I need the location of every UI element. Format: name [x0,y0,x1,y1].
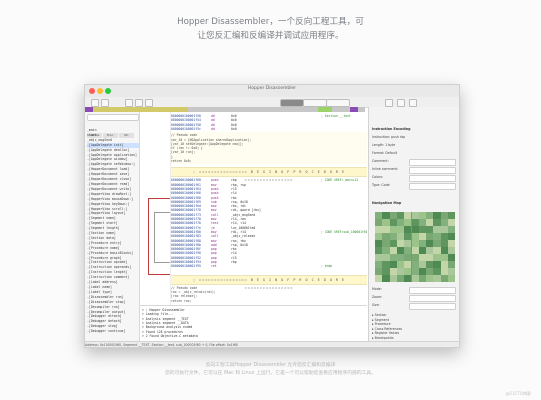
sidebar-symbol-item[interactable]: -[Procedure basicBlocks] [87,251,139,256]
instruction-comment: ; endp [321,264,333,269]
listing-line[interactable]: 0000000100001f95 ret ; endp [171,264,367,268]
pseudo-code-line: return 0x0; [171,159,192,163]
inspector-row-label: Instruction: push rbp [372,135,406,139]
instruction-address: 0000000100001f95 [171,264,201,269]
status-bar: Address: 0x100001f60, Segment __TEXT, Se… [85,341,459,347]
inspector-field[interactable] [409,159,456,166]
sidebar-tabs: Labels Proc. Str. [87,121,137,138]
navigation-select[interactable] [409,303,456,310]
view-mode-pseudo-button[interactable] [326,99,350,107]
window-title: Hopper Disassembler [247,86,297,91]
navigation-select[interactable] [409,295,456,302]
hero-title-line2: 让您反汇编和反编译并调试应用程序。 [197,31,344,41]
toolbar-console-button[interactable] [409,99,417,107]
navigation-map-header: Navigation Map [372,201,402,205]
inspector-field[interactable] [409,183,456,190]
toolbar-debug-button[interactable] [385,99,393,107]
inspector-field[interactable] [409,167,456,174]
caption-line2: 您的可执行文件。它可以在 Mac 和 Linux 上运行。它是一个可以帮助您查看… [164,371,377,376]
navigation-minimap[interactable] [375,212,456,282]
inspector-row-label: Format: Default [372,151,397,155]
sidebar-symbol-item[interactable]: -[Debugger continue] [87,329,139,334]
toolbar-back-button[interactable] [91,99,99,107]
listing-line[interactable]: 0000000100001f5c dd 0x0 [171,127,367,131]
console-line: > 2 Found Objective-C metadata [142,333,198,338]
app-window: Hopper Disassembler Labels Proc. Str. _mai… [84,84,460,348]
toolbar-inspector-button[interactable] [397,99,405,107]
inspector-row-label: Length: 1 byte [372,143,396,147]
view-mode-graph-button[interactable] [303,99,327,107]
watermark: @51CTO博客 [505,391,531,396]
hero-title-line1: Hopper Disassembler，一个反向工程工具，可 [177,17,364,27]
toolbar-label-button[interactable] [125,99,133,107]
pseudo-code-line: return rax; [171,298,192,303]
symbol-search-input[interactable] [87,114,139,121]
procedure-header-bar: ; ================ B E G I N O F P R O C… [171,274,367,290]
inspector-field[interactable] [409,175,456,182]
procedure-header-bar: ; ================ B E G I N O F P R O C… [171,167,367,182]
view-mode-asm-button[interactable] [280,99,304,107]
toolbar-forward-button[interactable] [101,99,109,107]
instruction-mnemonic: ret [211,264,217,269]
console-panel[interactable]: > ; Hopper Disassembler > Loading file...… [140,305,367,341]
inspector-panel: Instruction Encoding Instruction: push r… [368,107,459,341]
symbol-list: _main start _objc_msgSend -[AppDelegate ini… [87,128,139,334]
toolbar-comment-button[interactable] [135,99,143,107]
instruction-address: 0000000100001f5c [171,126,201,131]
sidebar-symbol-item[interactable]: -[HopperView mouseDown:] [87,197,139,202]
symbol-sidebar: Labels Proc. Str. _main start _objc_msgSend -… [85,112,140,342]
caption-line1: 反向工程工具Hopper Disassembler 允许您反汇编和反编译 [205,363,336,368]
instruction-operands: 0x0 [231,126,237,131]
instruction-mnemonic: dd [211,126,215,131]
navigation-select[interactable] [409,287,456,294]
toolbar-data-button[interactable] [145,99,153,107]
inspector-header: Instruction Encoding [372,127,411,131]
